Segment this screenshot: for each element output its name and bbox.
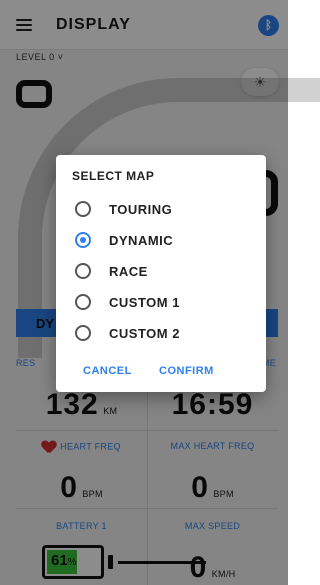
radio-button[interactable]: [75, 263, 91, 279]
radio-button[interactable]: [75, 294, 91, 310]
map-option-label: TOURING: [109, 202, 173, 217]
cancel-button[interactable]: CANCEL: [83, 365, 132, 377]
map-option-race[interactable]: RACE: [56, 257, 266, 287]
map-option-custom-1[interactable]: CUSTOM 1: [56, 288, 266, 318]
dialog-title: SELECT MAP: [72, 169, 155, 183]
select-map-dialog: SELECT MAP TOURING DYNAMIC RACE CUSTOM 1…: [56, 155, 266, 392]
confirm-button[interactable]: CONFIRM: [159, 365, 214, 377]
map-option-touring[interactable]: TOURING: [56, 195, 266, 225]
map-option-custom-2[interactable]: CUSTOM 2: [56, 319, 266, 349]
map-option-label: CUSTOM 2: [109, 326, 180, 341]
radio-button[interactable]: [75, 201, 91, 217]
radio-button[interactable]: [75, 325, 91, 341]
radio-button-selected[interactable]: [75, 232, 91, 248]
map-option-label: RACE: [109, 264, 148, 279]
map-option-label: CUSTOM 1: [109, 295, 180, 310]
map-option-dynamic[interactable]: DYNAMIC: [56, 226, 266, 256]
map-option-label: DYNAMIC: [109, 233, 174, 248]
